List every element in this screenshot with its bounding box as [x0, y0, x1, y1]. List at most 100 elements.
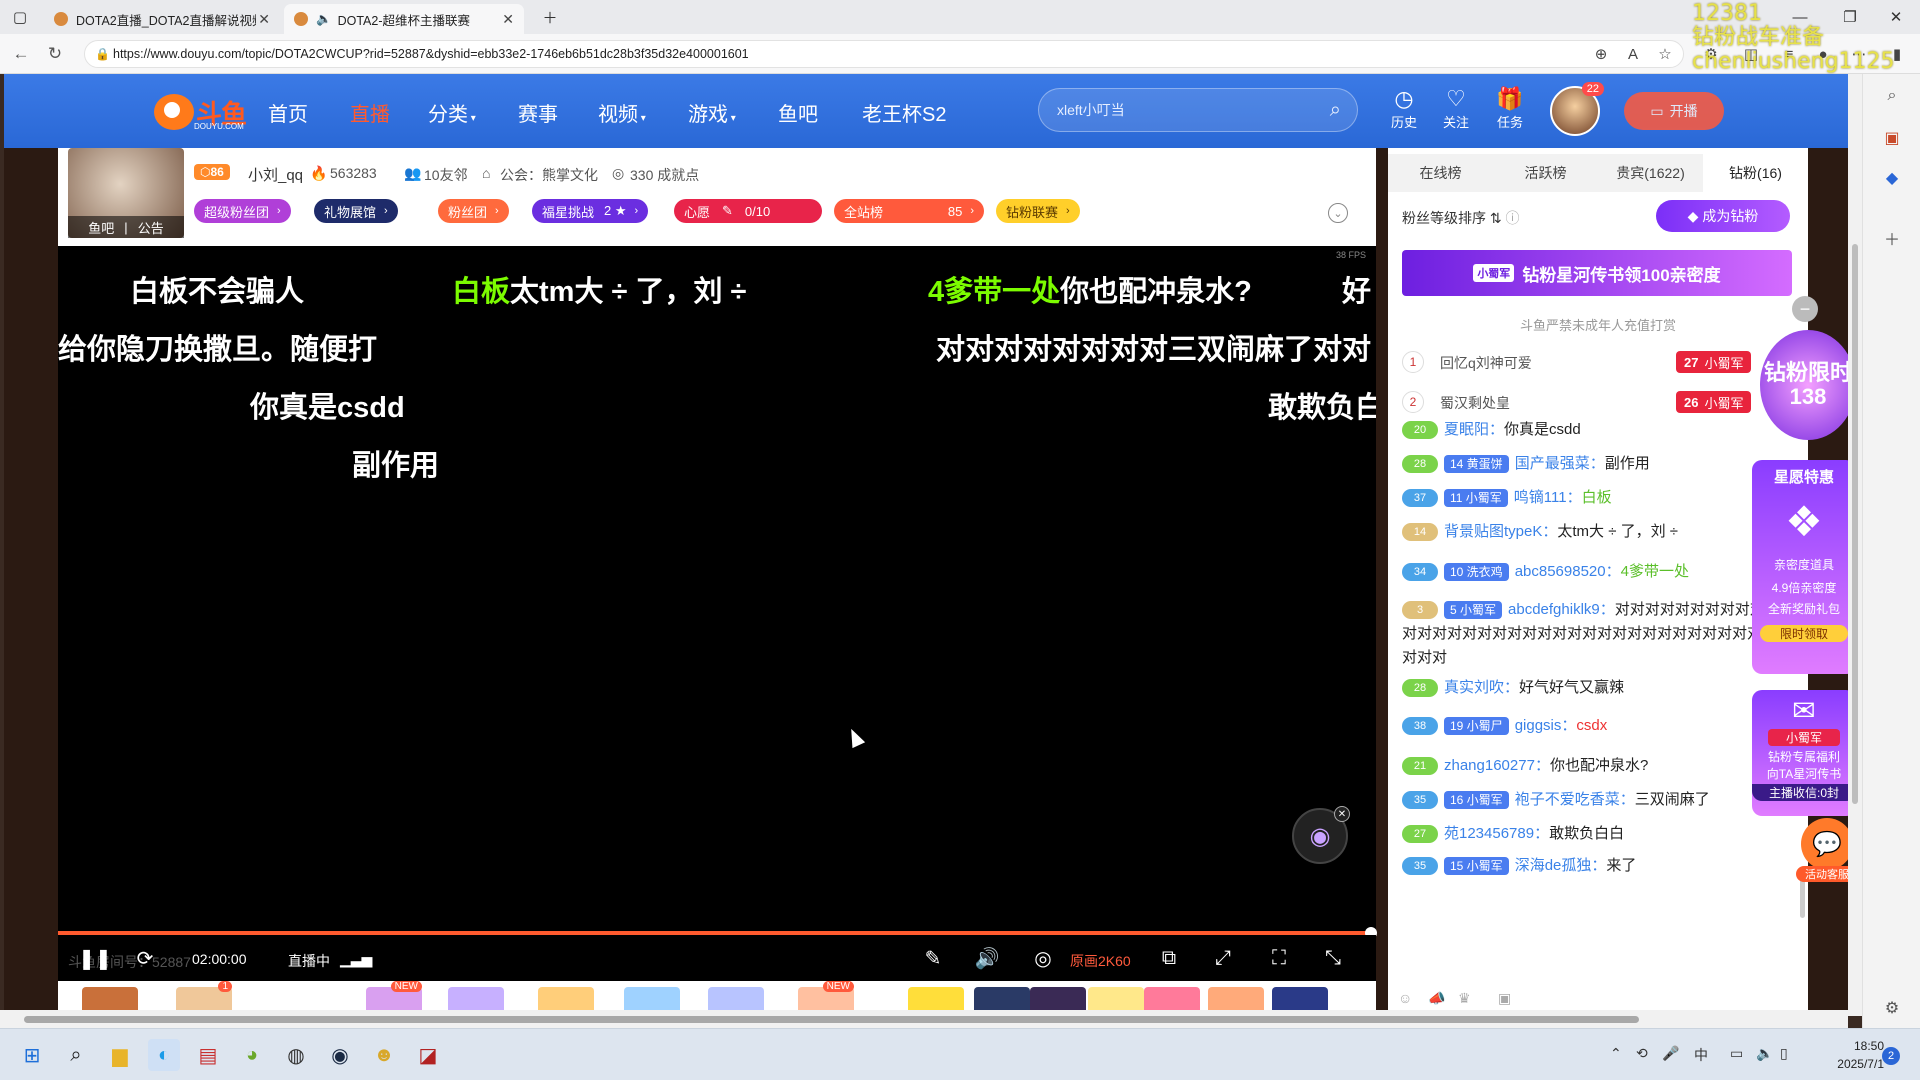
web-fullscreen-icon[interactable]: ⤢ [1208, 943, 1238, 973]
edge-browser-icon[interactable]: ◐ [148, 1039, 180, 1071]
chevron-up-icon[interactable]: ⌃ [1610, 1045, 1622, 1062]
chat-username[interactable]: 鸣镝111 [1514, 489, 1567, 506]
nav-category[interactable]: 分类 ▾ [428, 98, 476, 127]
rank-row[interactable]: 1 回忆q刘神可爱 27 小蜀军 [1402, 348, 1802, 376]
gift-item[interactable]: NEW [798, 981, 854, 1010]
achievements[interactable]: 330 成就点 [630, 165, 699, 185]
steam-icon[interactable]: ◉ [324, 1039, 356, 1071]
letter-promo[interactable]: ✉ 小蜀军 钻粉专属福利 向TA星河传书 主播收信:0封 [1752, 690, 1856, 816]
history-button[interactable]: ◷ 历史 [1380, 86, 1428, 131]
danmaku-toggle-icon[interactable]: ◎ [1028, 943, 1058, 973]
tab-online-rank[interactable]: 在线榜 [1388, 154, 1493, 192]
fan-icon[interactable]: ▣ [1498, 990, 1511, 1007]
nav-games[interactable]: 游戏 ▾ [688, 98, 736, 127]
help-icon[interactable]: ⓘ [1506, 210, 1520, 226]
nav-live[interactable]: 直播 [350, 98, 390, 127]
quality-select[interactable]: 原画2K60 [1070, 951, 1131, 971]
gift-item[interactable] [1144, 987, 1200, 1010]
microphone-icon[interactable]: 🎤 [1662, 1045, 1679, 1062]
gift-item[interactable] [908, 987, 964, 1010]
close-icon[interactable]: ✕ [1334, 806, 1350, 822]
nav-events[interactable]: 赛事 [518, 98, 558, 127]
gamepad-icon[interactable]: ◉ ✕ [1292, 806, 1350, 864]
page-vertical-scrollbar[interactable] [1848, 74, 1862, 1016]
start-live-button[interactable]: ▭ 开播 [1624, 92, 1724, 130]
gift-item[interactable] [1272, 987, 1328, 1010]
nav-video[interactable]: 视频 ▾ [598, 98, 646, 127]
chevron-down-icon[interactable]: ⌄ [1328, 203, 1348, 223]
voicemeeter-icon[interactable]: ▤ [192, 1039, 224, 1071]
yuba-link[interactable]: 鱼吧 [88, 218, 114, 237]
chat-username[interactable]: 背景贴图typeK [1444, 523, 1542, 540]
url-input[interactable]: 🔒 https://www.douyu.com/topic/DOTA2CWCUP… [84, 40, 1684, 68]
volume-icon[interactable]: 🔈 [1756, 1045, 1773, 1062]
close-icon[interactable]: ✕ [502, 11, 514, 28]
settings-gear-icon[interactable]: ⚙ [1880, 996, 1904, 1020]
crown-icon[interactable]: ♛ [1458, 990, 1471, 1007]
reload-icon[interactable]: ⟳ [130, 943, 160, 973]
notice-link[interactable]: 公告 [138, 218, 164, 237]
chat-username[interactable]: 真实刘吹 [1444, 679, 1504, 696]
site-rank-pill[interactable]: 全站榜 85 › [834, 199, 984, 223]
limited-claim-button[interactable]: 限时领取 [1760, 625, 1848, 642]
host-name[interactable]: 小刘_qq [248, 164, 303, 185]
add-icon[interactable]: ＋ [1880, 226, 1904, 250]
search-input[interactable]: xleft小叮当 ⌕ [1038, 88, 1358, 132]
emoji-icon[interactable]: ☺ [1398, 990, 1412, 1006]
search-icon[interactable]: ⌕ [1880, 84, 1904, 108]
browser-tab-2[interactable]: 🔈 DOTA2-超维杯主播联赛 ✕ [284, 4, 524, 34]
edit-icon[interactable]: ✎ [918, 943, 948, 973]
new-tab-button[interactable]: ＋ [530, 0, 570, 34]
chat-username[interactable]: giggsis [1515, 717, 1562, 734]
speaker-icon[interactable]: 🔈 [316, 12, 332, 27]
chat-username[interactable]: abc85698520 [1515, 563, 1606, 580]
search-icon[interactable]: ⌕ [60, 1039, 92, 1071]
gift-item[interactable] [1208, 987, 1264, 1010]
chat-username[interactable]: abcdefghiklk9 [1508, 601, 1600, 618]
pause-icon[interactable]: ❚❚ [78, 943, 112, 973]
ime-icon[interactable]: 中 [1694, 1045, 1708, 1065]
tab-diamond-fans[interactable]: 钻粉(16) [1703, 154, 1808, 192]
gift-item[interactable] [82, 987, 138, 1010]
user-avatar[interactable]: 22 [1550, 82, 1604, 136]
gift-item[interactable] [708, 987, 764, 1010]
gift-item[interactable] [448, 987, 504, 1010]
chat-username[interactable]: 夏眠阳 [1444, 421, 1489, 438]
refresh-icon[interactable]: ↻ [42, 42, 68, 66]
obs-icon[interactable]: ◍ [280, 1039, 312, 1071]
wish-pill[interactable]: 心愿 ✎ 0/10 [674, 199, 822, 223]
become-diamond-fan-button[interactable]: ◆ 成为钻粉 [1656, 200, 1790, 232]
tab-actions-icon[interactable]: ▢ [0, 0, 40, 34]
diamond-banner[interactable]: 小蜀军 钻粉星河传书领100亲密度 [1402, 250, 1792, 296]
read-aloud-icon[interactable]: A [1622, 43, 1644, 65]
nav-home[interactable]: 首页 [268, 98, 308, 127]
file-explorer-icon[interactable]: ▆ [104, 1039, 136, 1071]
back-arrow-icon[interactable]: ← [8, 42, 34, 66]
gift-item[interactable]: NEW [366, 981, 422, 1010]
favorite-star-icon[interactable]: ☆ [1654, 43, 1676, 65]
follow-button[interactable]: ♡ 关注 [1432, 86, 1480, 131]
chat-username[interactable]: zhang160277 [1444, 757, 1535, 774]
screenshot-icon[interactable]: ⛶ [1264, 943, 1294, 973]
rank-row[interactable]: 2 蜀汉剩处皇 26 小蜀军 [1402, 388, 1802, 416]
dota2-icon[interactable]: ◪ [412, 1039, 444, 1071]
task-button[interactable]: 🎁 任务 [1486, 86, 1534, 131]
gift-item[interactable] [1030, 987, 1086, 1010]
host-avatar[interactable]: 鱼吧 | 公告 [68, 148, 184, 238]
game-app-icon[interactable]: ☻ [368, 1039, 400, 1071]
nav-laowang-cup[interactable]: 老王杯S2 [862, 98, 946, 127]
gift-item[interactable] [624, 987, 680, 1010]
gift-item[interactable]: 1 [176, 981, 232, 1010]
search-icon[interactable]: ⌕ [1330, 99, 1341, 122]
collapse-icon[interactable]: − [1792, 296, 1818, 322]
volume-icon[interactable]: 🔊 [972, 943, 1002, 973]
frog-app-icon[interactable]: ◕ [236, 1039, 268, 1071]
guild[interactable]: 公会：熊掌文化 [500, 165, 598, 185]
neighbors[interactable]: 10友邻 [424, 165, 468, 185]
scroll-thumb[interactable] [24, 1016, 1639, 1023]
page-horizontal-scrollbar[interactable] [0, 1010, 1848, 1028]
close-icon[interactable]: ✕ [258, 11, 270, 28]
fan-sort-toggle[interactable]: 粉丝等级排序 ⇅ ⓘ [1402, 208, 1520, 228]
gift-item[interactable] [538, 987, 594, 1010]
chat-username[interactable]: 苑123456789 [1444, 825, 1534, 842]
